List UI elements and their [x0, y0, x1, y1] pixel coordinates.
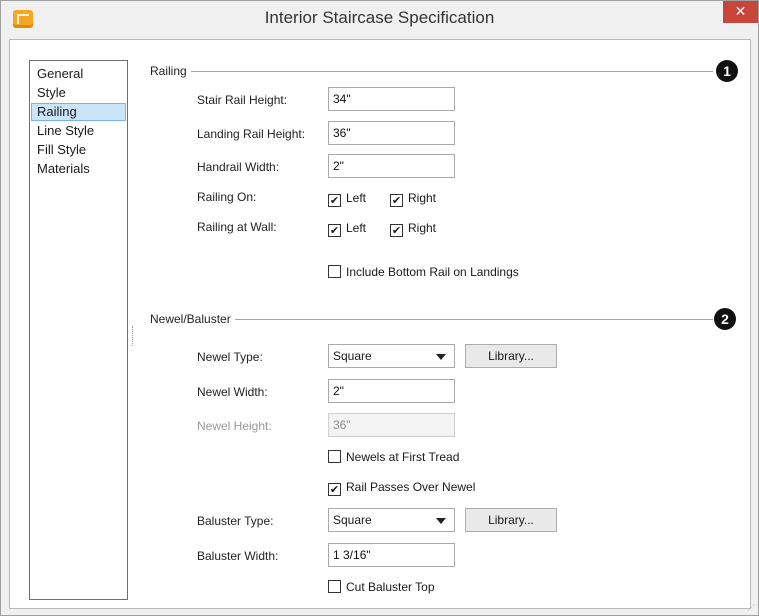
chevron-down-icon	[436, 518, 446, 524]
newel-library-button[interactable]: Library...	[465, 344, 557, 368]
nav-item-materials[interactable]: Materials	[31, 160, 126, 178]
railing-divider	[150, 71, 713, 72]
checkbox-label: Right	[408, 191, 437, 205]
callout-badge-2: 2	[714, 308, 736, 330]
checkbox-label: Left	[346, 221, 367, 235]
stair-rail-height-input[interactable]	[328, 87, 455, 111]
title-bar[interactable]: Interior Staircase Specification ✕	[1, 1, 758, 39]
checkbox-label: Include Bottom Rail on Landings	[346, 265, 519, 279]
checkbox-box[interactable]: ✔	[390, 224, 403, 237]
newel-section-label: Newel/Baluster	[150, 312, 235, 326]
checkbox-box[interactable]	[328, 265, 341, 278]
railing-at-wall-left-checkbox[interactable]: ✔ Left	[328, 220, 367, 237]
checkbox-label: Left	[346, 191, 367, 205]
chevron-down-icon	[436, 354, 446, 360]
newel-height-label: Newel Height:	[197, 419, 272, 433]
handrail-width-input[interactable]	[328, 154, 455, 178]
landing-rail-height-input[interactable]	[328, 121, 455, 145]
baluster-width-label: Baluster Width:	[197, 549, 279, 563]
nav-item-line-style[interactable]: Line Style	[31, 122, 126, 140]
checkbox-label: Right	[408, 221, 437, 235]
checkbox-label: Newels at First Tread	[346, 450, 460, 464]
railing-at-wall-label: Railing at Wall:	[197, 220, 277, 234]
newel-width-label: Newel Width:	[197, 385, 268, 399]
railing-on-right-checkbox[interactable]: ✔ Right	[390, 190, 437, 207]
railing-at-wall-right-checkbox[interactable]: ✔ Right	[390, 220, 437, 237]
checkbox-box[interactable]: ✔	[328, 483, 341, 496]
nav-item-railing[interactable]: Railing	[31, 103, 126, 121]
baluster-type-value: Square	[333, 513, 372, 527]
checkbox-box[interactable]	[328, 450, 341, 463]
callout-badge-1: 1	[716, 60, 738, 82]
railing-on-left-checkbox[interactable]: ✔ Left	[328, 190, 367, 207]
landing-rail-height-label: Landing Rail Height:	[197, 127, 306, 141]
cut-baluster-top-checkbox[interactable]: Cut Baluster Top	[328, 579, 435, 595]
checkbox-label: Rail Passes Over Newel	[346, 480, 476, 494]
newels-at-first-tread-checkbox[interactable]: Newels at First Tread	[328, 449, 459, 465]
railing-section-label: Railing	[150, 64, 191, 78]
railing-on-label: Railing On:	[197, 190, 257, 204]
window-title: Interior Staircase Specification	[264, 8, 495, 27]
handrail-width-label: Handrail Width:	[197, 160, 280, 174]
nav-item-general[interactable]: General	[31, 65, 126, 83]
checkbox-box[interactable]: ✔	[390, 194, 403, 207]
nav-item-style[interactable]: Style	[31, 84, 126, 102]
checkbox-label: Cut Baluster Top	[346, 580, 435, 594]
rail-passes-over-newel-checkbox[interactable]: ✔ Rail Passes Over Newel	[328, 479, 476, 496]
dialog-content: General Style Railing Line Style Fill St…	[9, 39, 751, 609]
baluster-type-label: Baluster Type:	[197, 514, 274, 528]
dialog-window: Interior Staircase Specification ✕ Gener…	[0, 0, 759, 616]
checkbox-box[interactable]	[328, 580, 341, 593]
newel-width-input[interactable]	[328, 379, 455, 403]
resize-grip-icon[interactable]: ⋰	[745, 603, 755, 613]
baluster-library-button[interactable]: Library...	[465, 508, 557, 532]
checkbox-box[interactable]: ✔	[328, 194, 341, 207]
newel-height-input	[328, 413, 455, 437]
stair-rail-height-label: Stair Rail Height:	[197, 93, 288, 107]
include-bottom-rail-checkbox[interactable]: Include Bottom Rail on Landings	[328, 264, 519, 280]
newel-type-label: Newel Type:	[197, 350, 263, 364]
nav-item-fill-style[interactable]: Fill Style	[31, 141, 126, 159]
close-button[interactable]: ✕	[723, 1, 758, 23]
category-list[interactable]: General Style Railing Line Style Fill St…	[29, 60, 128, 600]
newel-type-select[interactable]: Square	[328, 344, 455, 368]
checkbox-box[interactable]: ✔	[328, 224, 341, 237]
baluster-type-select[interactable]: Square	[328, 508, 455, 532]
newel-type-value: Square	[333, 349, 372, 363]
baluster-width-input[interactable]	[328, 543, 455, 567]
panel-splitter[interactable]	[132, 326, 134, 346]
